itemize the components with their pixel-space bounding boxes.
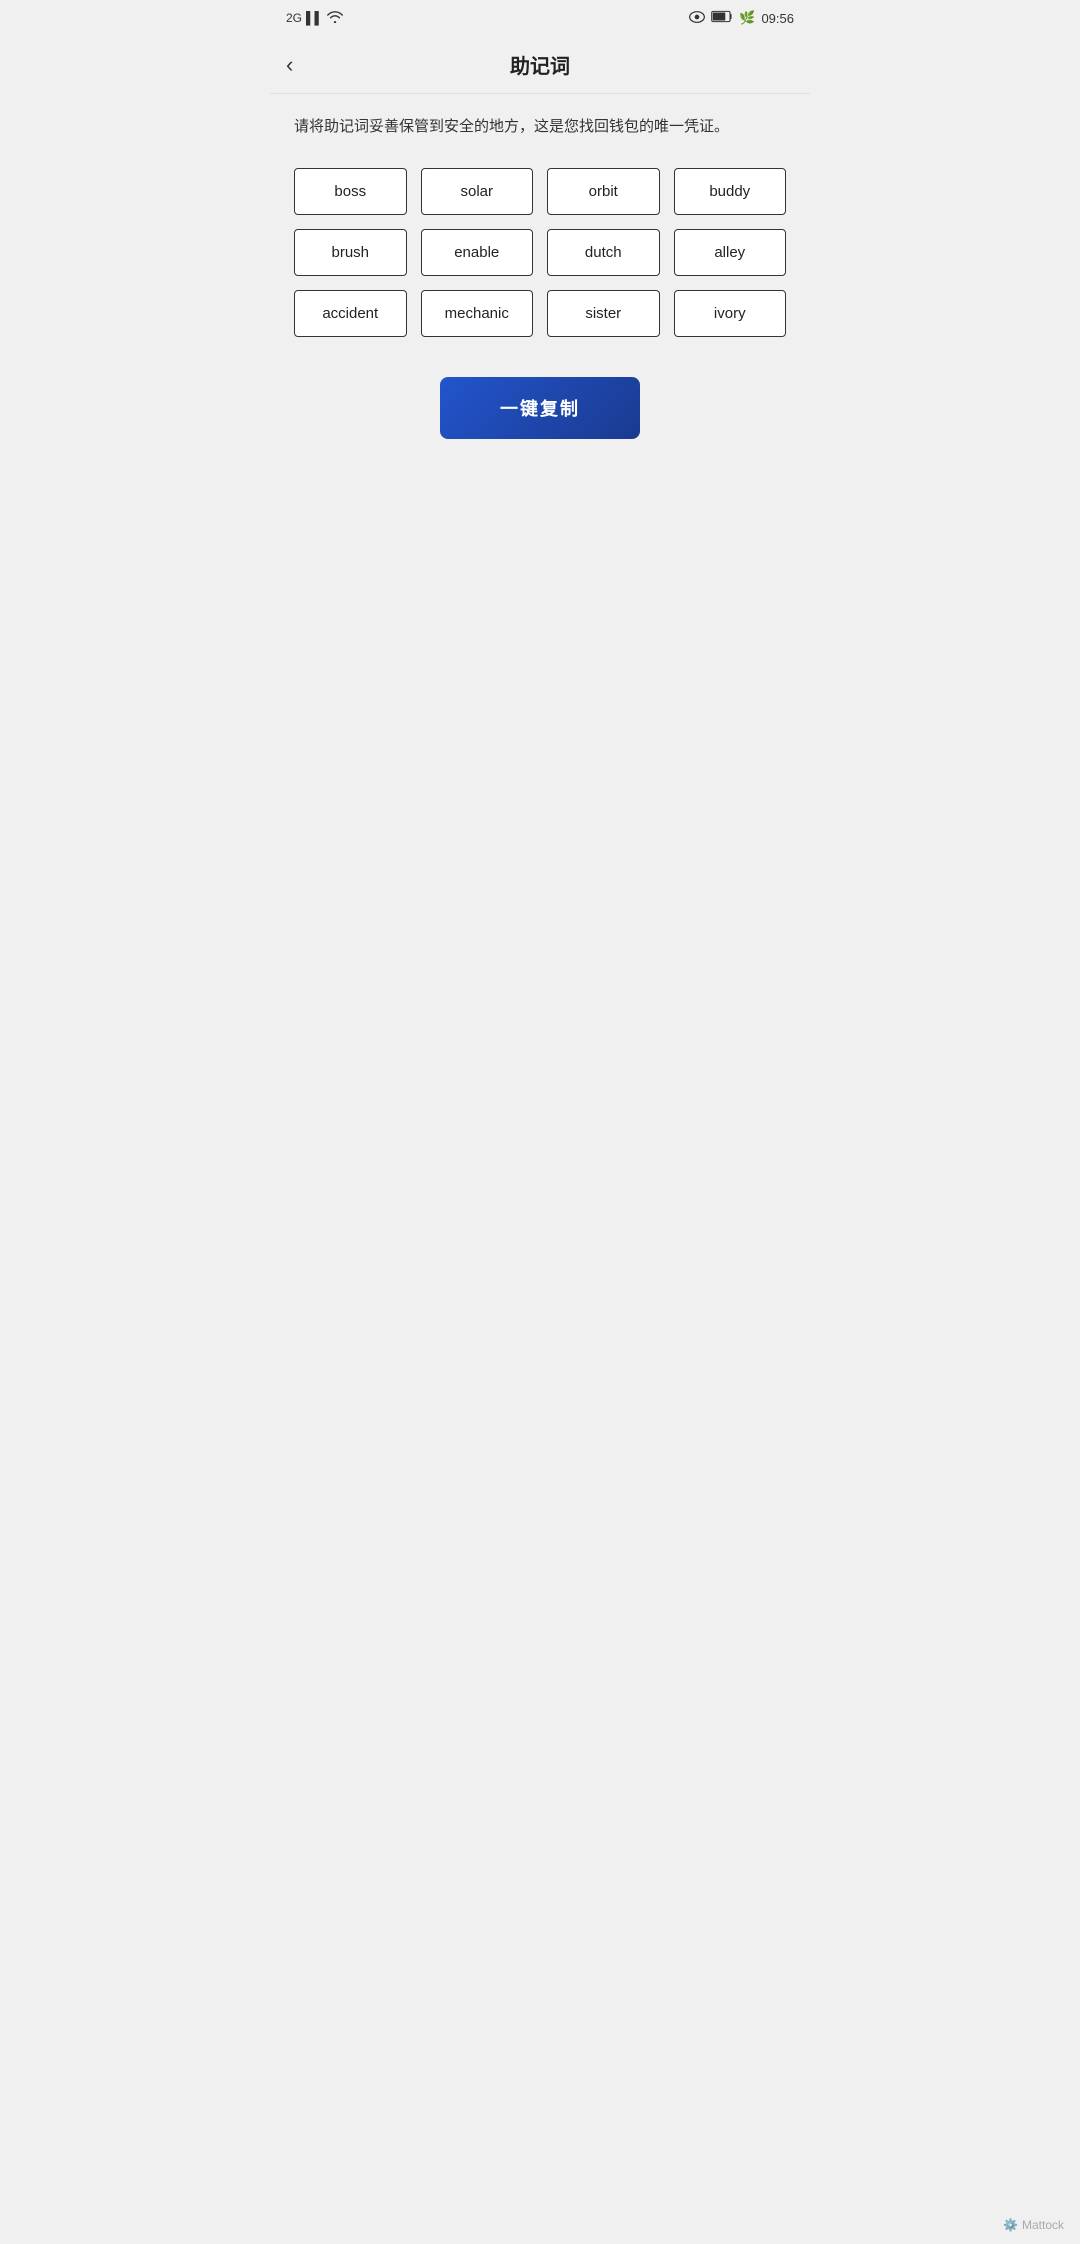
battery-icon: [711, 10, 733, 26]
leaf-icon: 🌿: [739, 10, 755, 26]
brand-name: Mattock: [1022, 2218, 1064, 2232]
mnemonic-word-2: solar: [421, 168, 534, 215]
mnemonic-word-3: orbit: [547, 168, 660, 215]
time-display: 09:56: [761, 11, 794, 26]
mnemonic-word-10: mechanic: [421, 290, 534, 337]
back-button[interactable]: ‹: [286, 52, 293, 78]
brand-icon: ⚙️: [1003, 2218, 1018, 2232]
mnemonic-word-5: brush: [294, 229, 407, 276]
copy-button-wrapper: 一键复制: [294, 377, 786, 439]
eye-icon: [689, 11, 705, 26]
description-text: 请将助记词妥善保管到安全的地方，这是您找回钱包的唯一凭证。: [294, 114, 786, 140]
status-left: 2G ▌▌: [286, 11, 343, 26]
mnemonic-word-11: sister: [547, 290, 660, 337]
mnemonic-word-9: accident: [294, 290, 407, 337]
mnemonic-word-8: alley: [674, 229, 787, 276]
status-bar: 2G ▌▌ 🌿 09:56: [270, 0, 810, 36]
nav-bar: ‹ 助记词: [270, 36, 810, 94]
mnemonic-word-7: dutch: [547, 229, 660, 276]
mnemonic-word-6: enable: [421, 229, 534, 276]
main-content: 请将助记词妥善保管到安全的地方，这是您找回钱包的唯一凭证。 boss solaro…: [270, 94, 810, 459]
copy-all-button[interactable]: 一键复制: [440, 377, 640, 439]
status-right: 🌿 09:56: [689, 10, 794, 26]
mnemonic-word-12: ivory: [674, 290, 787, 337]
mnemonic-word-4: buddy: [674, 168, 787, 215]
footer-watermark: ⚙️ Mattock: [1003, 2218, 1064, 2232]
wifi-icon: [327, 11, 343, 26]
signal-text: 2G: [286, 11, 302, 25]
mnemonic-word-1: boss: [294, 168, 407, 215]
mnemonic-word-grid: boss solar orbit buddy brush enable dutch alley…: [294, 168, 786, 337]
page-title: 助记词: [510, 50, 570, 79]
signal-icon: ▌▌: [306, 11, 323, 25]
